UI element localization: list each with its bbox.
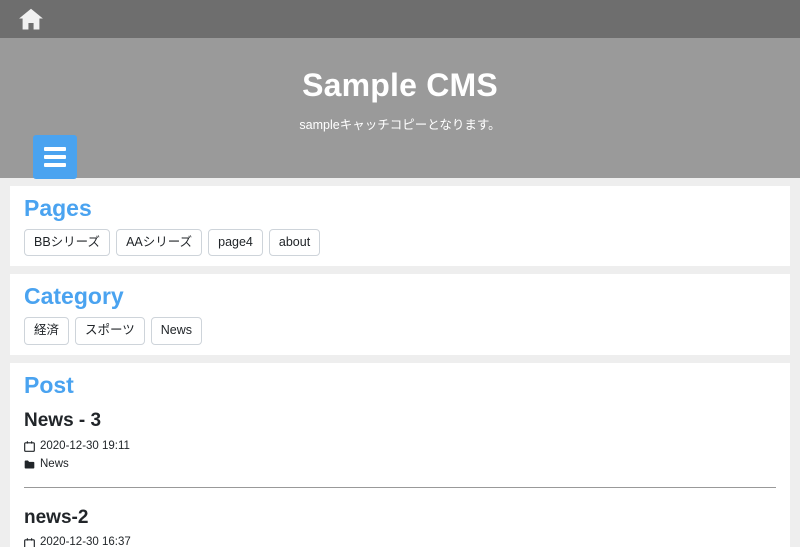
post-title[interactable]: News - 3 [24,408,776,434]
hamburger-bar-middle [44,155,66,159]
post-date-text: 2020-12-30 16:37 [40,536,131,547]
calendar-icon [24,537,35,547]
category-section-title: Category [24,283,124,310]
page-body: Pages BBシリーズ AAシリーズ page4 about Category… [0,178,800,547]
post-list-item[interactable]: news-2 2020-12-30 16:37 News [24,502,776,547]
category-list: 経済 スポーツ News [24,317,776,345]
nav-toggle-button[interactable] [33,135,77,179]
post-section-title: Post [24,371,74,398]
calendar-icon [24,441,35,453]
pages-card: Pages BBシリーズ AAシリーズ page4 about [10,186,790,267]
category-card: Category 経済 スポーツ News [10,274,790,355]
post-divider [24,486,776,488]
post-category-meta: News [24,456,776,474]
pages-section-title: Pages [24,195,92,221]
page-link-page4[interactable]: page4 [208,228,263,257]
post-date-text: 2020-12-30 19:11 [40,439,130,452]
post-list-item[interactable]: News - 3 2020-12-30 19:11 News [24,405,776,473]
page-link-about[interactable]: about [268,228,321,257]
hamburger-bar-bottom [44,163,66,167]
pages-list: BBシリーズ AAシリーズ page4 about [24,228,776,257]
post-date-meta: 2020-12-30 19:11 [24,438,776,456]
site-title: Sample CMS [302,67,498,103]
home-icon [19,8,43,30]
page-link-bb[interactable]: BBシリーズ [24,228,111,257]
hamburger-bar-top [44,147,66,151]
post-title[interactable]: news-2 [24,505,776,531]
category-link-news[interactable]: News [150,317,203,345]
post-date-meta: 2020-12-30 16:37 [24,534,776,547]
post-category-text[interactable]: News [40,456,69,474]
top-bar [0,0,800,38]
site-tagline: sampleキャッチコピーとなります。 [299,118,501,133]
home-link[interactable] [16,5,46,33]
page-link-aa[interactable]: AAシリーズ [116,228,203,257]
category-link-keizai[interactable]: 経済 [24,317,70,345]
post-card: Post News - 3 2020-12-30 19:11 News news… [10,362,790,547]
folder-icon [24,460,35,469]
site-header: Sample CMS sampleキャッチコピーとなります。 [0,38,800,179]
category-link-sports[interactable]: スポーツ [75,317,145,345]
